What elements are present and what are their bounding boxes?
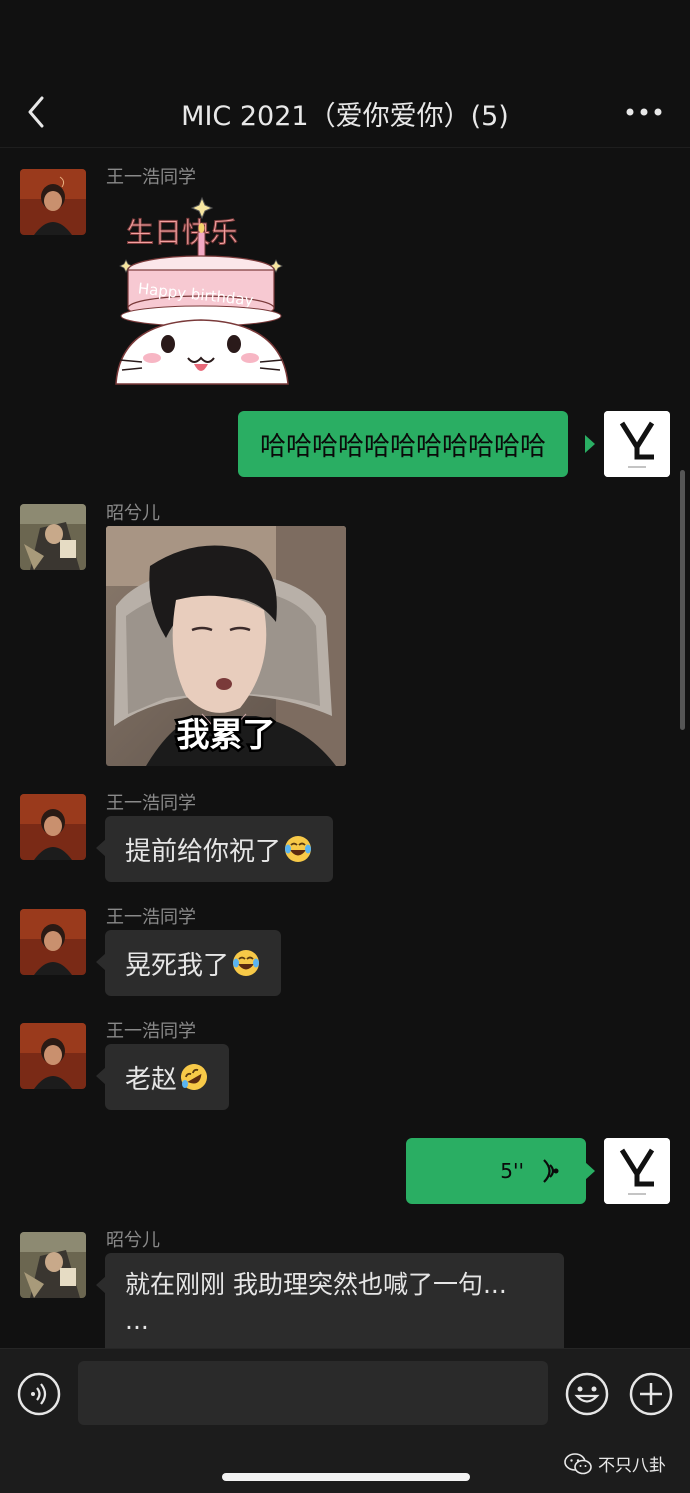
more-dots-icon — [626, 108, 662, 116]
avatar-wang[interactable] — [20, 1023, 86, 1089]
watermark-text: 不只八卦 — [598, 1456, 666, 1475]
voice-wave-icon — [543, 1159, 559, 1183]
message-text: 提前给你祝了 — [125, 836, 282, 867]
message-input[interactable] — [78, 1361, 548, 1425]
photo-caption: 我累了 — [177, 715, 276, 754]
sticker-text: 生日快乐 — [126, 216, 238, 249]
emoji-button[interactable] — [564, 1371, 610, 1417]
voice-duration: 5'' — [500, 1159, 524, 1183]
message-text-line: 就在刚刚 我助理突然也喊了一句... — [125, 1270, 507, 1299]
plus-icon — [629, 1372, 673, 1416]
sender-name: 王一浩同学 — [106, 167, 196, 188]
back-button[interactable] — [22, 92, 58, 132]
more-options-button[interactable] — [624, 100, 664, 124]
chat-header: MIC 2021（爱你爱你）(5) — [0, 0, 690, 148]
message-text: 晃死我了 — [125, 950, 230, 981]
rolling-laugh-emoji — [181, 1064, 208, 1090]
chat-title: MIC 2021（爱你爱你）(5) — [181, 101, 509, 132]
home-indicator[interactable] — [222, 1473, 470, 1481]
incoming-message-bubble[interactable]: 就在刚刚 我助理突然也喊了一句... ... — [105, 1253, 564, 1348]
avatar-wang[interactable] — [20, 909, 86, 975]
avatar-wang[interactable] — [20, 169, 86, 235]
laughing-tears-emoji — [233, 950, 260, 976]
voice-icon — [17, 1372, 61, 1416]
avatar-me[interactable] — [604, 411, 670, 477]
avatar-wang[interactable] — [20, 794, 86, 860]
avatar-zhaoxi[interactable] — [20, 1232, 86, 1298]
sender-name: 王一浩同学 — [106, 793, 196, 814]
voice-input-button[interactable] — [16, 1371, 62, 1417]
sender-name: 昭兮儿 — [106, 503, 160, 524]
birthday-sticker[interactable]: 生日快乐 Happy birthday — [106, 192, 296, 387]
input-bar: 不只八卦 — [0, 1348, 690, 1493]
sleeping-photo[interactable]: 我累了 — [106, 526, 346, 766]
laughing-tears-emoji — [285, 836, 312, 862]
smiley-icon — [565, 1372, 609, 1416]
incoming-message-bubble[interactable]: 提前给你祝了 — [105, 816, 334, 882]
bubble-tail — [585, 435, 595, 453]
watermark: 不只八卦 — [564, 1451, 666, 1476]
message-text: 哈哈哈哈哈哈哈哈哈哈哈 — [260, 431, 547, 462]
incoming-message-bubble[interactable]: 老赵 — [105, 1044, 230, 1110]
incoming-message-bubble[interactable]: 晃死我了 — [105, 930, 282, 996]
chevron-left-icon — [28, 96, 44, 128]
voice-message-bubble[interactable]: 5'' — [406, 1138, 586, 1204]
wechat-logo-icon — [564, 1452, 592, 1474]
avatar-zhaoxi[interactable] — [20, 504, 86, 570]
more-functions-button[interactable] — [628, 1371, 674, 1417]
outgoing-message-bubble[interactable]: 哈哈哈哈哈哈哈哈哈哈哈 — [238, 411, 569, 477]
sender-name: 王一浩同学 — [106, 1021, 196, 1042]
avatar-me[interactable] — [604, 1138, 670, 1204]
sender-name: 昭兮儿 — [106, 1230, 160, 1251]
message-text-line: ... — [125, 1306, 149, 1335]
bubble-tail — [585, 1162, 595, 1180]
sender-name: 王一浩同学 — [106, 907, 196, 928]
message-text: 老赵 — [125, 1064, 178, 1095]
scrollbar[interactable] — [680, 470, 685, 730]
